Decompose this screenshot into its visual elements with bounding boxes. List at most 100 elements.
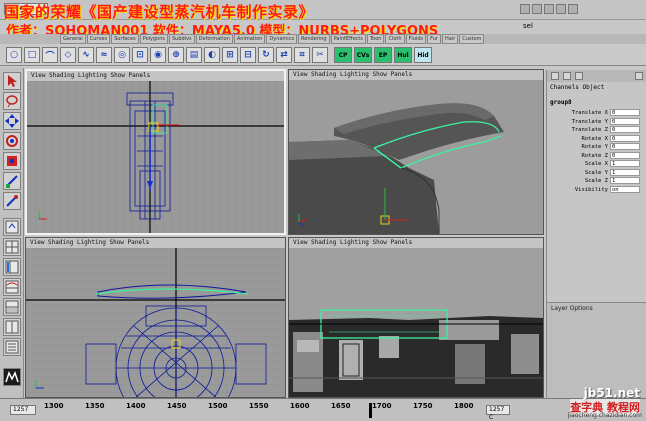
channel-box-menu[interactable]: Channels Object <box>550 84 604 91</box>
channel-value-field[interactable]: 0 <box>610 109 640 116</box>
select-tool-icon[interactable] <box>3 72 21 90</box>
move-tool-icon[interactable] <box>3 112 21 130</box>
shelf-tab-rendering[interactable]: Rendering <box>298 34 330 44</box>
shelf-tab-hair[interactable]: Hair <box>441 34 459 44</box>
channel-value-field[interactable]: 0 <box>610 126 640 133</box>
rotate-tool-icon[interactable] <box>3 132 21 150</box>
persp-outliner-layout-icon[interactable] <box>3 258 21 276</box>
shelf-tab-surfaces[interactable]: Surfaces <box>111 34 139 44</box>
lasso-tool-icon[interactable] <box>3 92 21 110</box>
boundary-icon[interactable]: ⌗ <box>294 47 310 63</box>
ep-toggle-button[interactable]: EP <box>374 47 392 63</box>
render-globals-icon[interactable] <box>544 4 554 14</box>
viewport-persp[interactable]: View Shading Lighting Show Panels <box>288 69 544 235</box>
loft-icon[interactable]: ⊞ <box>222 47 238 63</box>
channel-label[interactable]: Visibility <box>575 186 608 194</box>
channel-box-toggle-icon[interactable] <box>568 4 578 14</box>
revolve-icon[interactable]: ↻ <box>258 47 274 63</box>
sphere-icon[interactable]: ◎ <box>114 47 130 63</box>
channel-value-field[interactable]: on <box>610 185 640 193</box>
channel-value-field[interactable]: 1 <box>610 168 640 176</box>
nurbs-square-icon[interactable]: □ <box>24 47 40 63</box>
time-slider-track[interactable]: 1300 1350 1400 1450 1500 1550 1600 1650 1700 1750… <box>38 402 482 418</box>
shelf-tab-painteffects[interactable]: PaintEffects <box>330 34 366 44</box>
front-view-canvas[interactable] <box>27 81 284 233</box>
layer-editor-mode-icon[interactable] <box>563 72 571 80</box>
extrude-icon[interactable]: ⇄ <box>276 47 292 63</box>
nurbs-circle-icon[interactable]: ○ <box>6 47 22 63</box>
persp-view-canvas[interactable] <box>289 80 543 234</box>
four-view-layout-icon[interactable] <box>3 238 21 256</box>
attribute-editor-toggle-icon[interactable] <box>556 4 566 14</box>
outliner-layout-icon[interactable] <box>3 338 21 356</box>
panel-menu-bar[interactable]: View Shading Lighting Show Panels <box>27 71 284 81</box>
shelf-tab-animation[interactable]: Animation <box>233 34 266 44</box>
channel-value-field[interactable]: 1 <box>610 177 640 184</box>
channel-value-field[interactable]: 0 <box>610 151 640 159</box>
scale-tool-icon[interactable] <box>3 152 21 170</box>
hypershade-layout-icon[interactable] <box>3 298 21 316</box>
cvs-toggle-button[interactable]: CVs <box>354 47 372 63</box>
shelf-tab-toon[interactable]: Toon <box>366 34 385 44</box>
cv-curve-icon[interactable]: ◇ <box>60 47 76 63</box>
planar-icon[interactable]: ⊟ <box>240 47 256 63</box>
last-tool-icon[interactable] <box>3 192 21 210</box>
channel-label[interactable]: Translate Y <box>572 118 608 126</box>
torus-icon[interactable]: ◐ <box>204 47 220 63</box>
hide-toggle-button[interactable]: Hid <box>414 47 432 63</box>
cone-icon[interactable]: ⊕ <box>168 47 184 63</box>
cylinder-icon[interactable]: ◉ <box>150 47 166 63</box>
channel-value-field[interactable]: 1 <box>610 160 640 167</box>
shelf-tab-custom[interactable]: Custom <box>459 34 485 44</box>
channel-value-field[interactable]: 0 <box>610 143 640 150</box>
manipulator-tool-icon[interactable] <box>3 172 21 190</box>
script-layout-icon[interactable] <box>3 318 21 336</box>
arc-icon[interactable]: ⌒ <box>42 47 58 63</box>
channel-value-field[interactable]: 0 <box>610 134 640 142</box>
range-end-field[interactable]: 1257 C <box>486 405 510 421</box>
channel-value-field[interactable]: 0 <box>610 117 640 125</box>
current-time-marker[interactable] <box>368 403 372 418</box>
single-view-layout-icon[interactable] <box>3 218 21 236</box>
hull-toggle-button[interactable]: Hul <box>394 47 412 63</box>
channel-label[interactable]: Translate Z <box>572 126 608 134</box>
panel-menu-bar[interactable]: View Shading Lighting Show Panels <box>289 238 543 248</box>
shelf-tab-general[interactable]: General <box>60 34 86 44</box>
range-start-field[interactable]: 1257 <box>10 405 36 415</box>
side-view-canvas[interactable] <box>26 248 285 397</box>
shelf-tab-polygons[interactable]: Polygons <box>139 34 168 44</box>
plane-icon[interactable]: ▤ <box>186 47 202 63</box>
trim-icon[interactable]: ✂ <box>312 47 328 63</box>
ipr-render-icon[interactable] <box>532 4 542 14</box>
attribute-mode-icon[interactable] <box>575 72 583 80</box>
viewport-front[interactable]: View Shading Lighting Show Panels <box>25 69 286 235</box>
graph-layout-icon[interactable] <box>3 278 21 296</box>
top-view-canvas[interactable] <box>289 248 543 397</box>
viewport-top[interactable]: View Shading Lighting Show Panels <box>288 237 544 398</box>
close-icon[interactable] <box>635 72 643 80</box>
shelf-tab-deformation[interactable]: Deformation <box>195 34 233 44</box>
channel-label[interactable]: Translate X <box>572 109 608 117</box>
selected-node-name[interactable]: group8 <box>550 99 572 106</box>
viewport-side[interactable]: View Shading Lighting Show Panels <box>25 237 286 398</box>
channel-label[interactable]: Scale Z <box>585 177 608 185</box>
cube-icon[interactable]: ⊡ <box>132 47 148 63</box>
shelf-tab-fur[interactable]: Fur <box>427 34 441 44</box>
pencil-curve-icon[interactable]: ≈ <box>96 47 112 63</box>
channel-label[interactable]: Scale X <box>585 160 608 168</box>
time-slider[interactable]: 1257 1300 1350 1400 1450 1500 1550 1600 1650 170… <box>0 398 646 421</box>
panel-menu-bar[interactable]: View Shading Lighting Show Panels <box>289 70 543 80</box>
channel-label[interactable]: Rotate X <box>582 135 609 143</box>
layer-editor-menu[interactable]: Layer Options <box>551 305 593 312</box>
shelf-tab-fluids[interactable]: Fluids <box>405 34 427 44</box>
shelf-tab-cloth[interactable]: Cloth <box>385 34 405 44</box>
shelf-tab-curves[interactable]: Curves <box>86 34 111 44</box>
cp-toggle-button[interactable]: CP <box>334 47 352 63</box>
shelf-tab-dynamics[interactable]: Dynamics <box>266 34 298 44</box>
render-icon[interactable] <box>520 4 530 14</box>
channel-label[interactable]: Rotate Y <box>582 143 609 151</box>
shelf-tab-subdivs[interactable]: Subdivs <box>169 34 195 44</box>
channel-box-mode-icon[interactable] <box>551 72 559 80</box>
channel-label[interactable]: Rotate Z <box>582 152 609 160</box>
ep-curve-icon[interactable]: ∿ <box>78 47 94 63</box>
